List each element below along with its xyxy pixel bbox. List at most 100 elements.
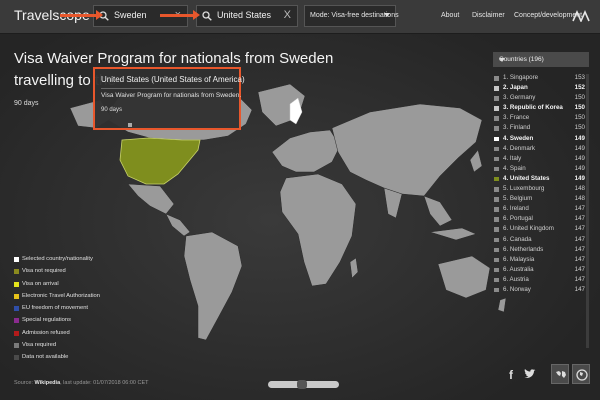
country-visa-free-count: 147 bbox=[574, 285, 585, 293]
country-list-item[interactable]: 3. Germany 150 bbox=[493, 94, 589, 104]
legend-swatch bbox=[14, 330, 19, 336]
country-name: 4. Denmark bbox=[503, 144, 535, 152]
last-update-text: , last update: 01/07/2018 06:00 CET bbox=[60, 380, 149, 386]
annotation-arrow-icon bbox=[60, 10, 103, 20]
country-list-item[interactable]: 4. Spain 149 bbox=[493, 165, 589, 175]
map-mexico bbox=[127, 183, 175, 215]
legend-swatch bbox=[14, 269, 19, 275]
country-list-item[interactable]: 5. Luxembourg 148 bbox=[493, 185, 589, 195]
country-ranking-panel: Countries (196) 1. Singapore 153 2. Japan 1… bbox=[493, 52, 589, 348]
country-list-item[interactable]: 6. Canada 147 bbox=[493, 236, 589, 246]
country-swatch bbox=[494, 227, 499, 232]
destination-search-input[interactable]: United States X bbox=[196, 5, 298, 27]
country-name: 1. Singapore bbox=[503, 74, 539, 81]
country-name: 3. Germany bbox=[503, 94, 536, 102]
country-name: 6. Canada bbox=[503, 235, 532, 243]
country-name: 6. Ireland bbox=[503, 205, 529, 213]
country-swatch bbox=[494, 146, 499, 152]
clear-destination-icon[interactable]: X bbox=[284, 9, 291, 21]
country-name: 3. Finland bbox=[503, 124, 531, 132]
globe-icon bbox=[576, 369, 588, 381]
legend-label: Visa required bbox=[22, 342, 57, 349]
legend-label: Special regulations bbox=[22, 317, 71, 324]
slider-handle[interactable] bbox=[297, 380, 307, 389]
country-list-item[interactable]: 6. Portugal 147 bbox=[493, 215, 589, 225]
map-japan bbox=[469, 149, 483, 173]
country-visa-free-count: 148 bbox=[574, 185, 585, 193]
country-visa-free-count: 149 bbox=[574, 164, 585, 172]
map-madagascar bbox=[349, 257, 359, 279]
country-list-item[interactable]: 3. Finland 150 bbox=[493, 124, 589, 134]
source-wikipedia-link[interactable]: Wikipedia bbox=[35, 380, 61, 386]
country-swatch bbox=[494, 166, 499, 172]
country-visa-free-count: 150 bbox=[574, 124, 585, 132]
source-footer: Source: Wikipedia, last update: 01/07/20… bbox=[14, 380, 149, 386]
map-central-america bbox=[165, 213, 191, 237]
country-list-item[interactable]: 2. Japan 152 bbox=[493, 84, 589, 94]
country-list-item[interactable]: 6. Ireland 147 bbox=[493, 205, 589, 215]
legend-swatch bbox=[14, 306, 19, 312]
country-visa-free-count: 150 bbox=[574, 94, 585, 102]
map-asia bbox=[331, 103, 483, 197]
countries-dropdown-label: Countries (196) bbox=[499, 56, 544, 63]
country-swatch bbox=[494, 237, 499, 242]
country-name: 3. Republic of Korea bbox=[503, 104, 563, 112]
tooltip-duration: 90 days bbox=[101, 107, 123, 113]
facebook-share-icon[interactable]: f bbox=[509, 368, 513, 382]
country-visa-free-count: 149 bbox=[574, 144, 585, 152]
country-visa-free-count: 149 bbox=[574, 134, 585, 142]
headline-duration: 90 days bbox=[14, 100, 39, 107]
country-list[interactable]: 1. Singapore 153 2. Japan 152 3. Germany 150 3… bbox=[493, 74, 589, 348]
countries-dropdown[interactable]: Countries (196) bbox=[493, 52, 589, 67]
country-visa-free-count: 147 bbox=[574, 215, 585, 223]
country-swatch bbox=[494, 277, 499, 283]
developer-logo-icon[interactable] bbox=[572, 10, 590, 22]
country-name: 6. Malaysia bbox=[503, 255, 535, 263]
country-visa-free-count: 149 bbox=[574, 174, 585, 182]
country-name: 2. Japan bbox=[503, 84, 528, 92]
legend-label: Admission refused bbox=[22, 329, 70, 336]
source-label: Source: bbox=[14, 380, 33, 386]
map-indonesia bbox=[429, 227, 477, 241]
country-list-item[interactable]: 3. France 150 bbox=[493, 114, 589, 124]
map-view-button[interactable] bbox=[551, 364, 569, 384]
nav-disclaimer-link[interactable]: Disclaimer bbox=[472, 12, 505, 19]
country-list-item[interactable]: 4. Sweden 149 bbox=[493, 135, 589, 145]
country-list-item[interactable]: 6. Norway 147 bbox=[493, 286, 589, 296]
country-list-item[interactable]: 4. Italy 149 bbox=[493, 155, 589, 165]
nav-about-link[interactable]: About bbox=[441, 12, 459, 19]
country-swatch bbox=[494, 257, 499, 263]
country-list-item[interactable]: 6. Netherlands 147 bbox=[493, 246, 589, 256]
country-list-item[interactable]: 4. Denmark 149 bbox=[493, 145, 589, 155]
country-list-scrollbar[interactable] bbox=[586, 74, 589, 348]
country-list-item[interactable]: 3. Republic of Korea 150 bbox=[493, 104, 589, 114]
country-swatch bbox=[494, 136, 499, 142]
country-name: 6. Austria bbox=[503, 275, 529, 283]
twitter-share-icon[interactable] bbox=[524, 369, 536, 379]
country-name: 5. Luxembourg bbox=[503, 185, 545, 193]
country-list-item[interactable]: 6. Malaysia 147 bbox=[493, 256, 589, 266]
country-list-item[interactable]: 6. United Kingdom 147 bbox=[493, 225, 589, 235]
mode-select[interactable]: Mode: Visa-free destinations bbox=[304, 5, 399, 27]
nationality-search-value: Sweden bbox=[114, 10, 147, 20]
country-list-item[interactable]: 5. Belgium 148 bbox=[493, 195, 589, 205]
country-list-item[interactable]: 6. Austria 147 bbox=[493, 276, 589, 286]
tooltip-divider bbox=[101, 88, 233, 89]
annotation-arrow-icon bbox=[160, 10, 200, 20]
country-list-item[interactable]: 4. United States 149 bbox=[493, 175, 589, 185]
country-swatch bbox=[494, 106, 499, 111]
legend-label: Visa not required bbox=[22, 268, 66, 275]
map-zoom-slider[interactable] bbox=[268, 380, 339, 389]
legend-swatch bbox=[14, 257, 19, 262]
country-list-item[interactable]: 1. Singapore 153 bbox=[493, 74, 589, 84]
legend-swatch bbox=[14, 355, 19, 361]
headline-line-1: Visa Waiver Program for nationals from S… bbox=[14, 50, 334, 67]
globe-view-button[interactable] bbox=[572, 364, 590, 384]
country-list-item[interactable]: 6. Australia 147 bbox=[493, 266, 589, 276]
country-visa-free-count: 149 bbox=[574, 154, 585, 162]
search-icon bbox=[202, 11, 212, 21]
country-swatch bbox=[494, 207, 499, 212]
country-swatch bbox=[494, 96, 499, 101]
legend-label: Electronic Travel Authorization bbox=[22, 292, 100, 299]
country-visa-free-count: 147 bbox=[574, 225, 585, 233]
